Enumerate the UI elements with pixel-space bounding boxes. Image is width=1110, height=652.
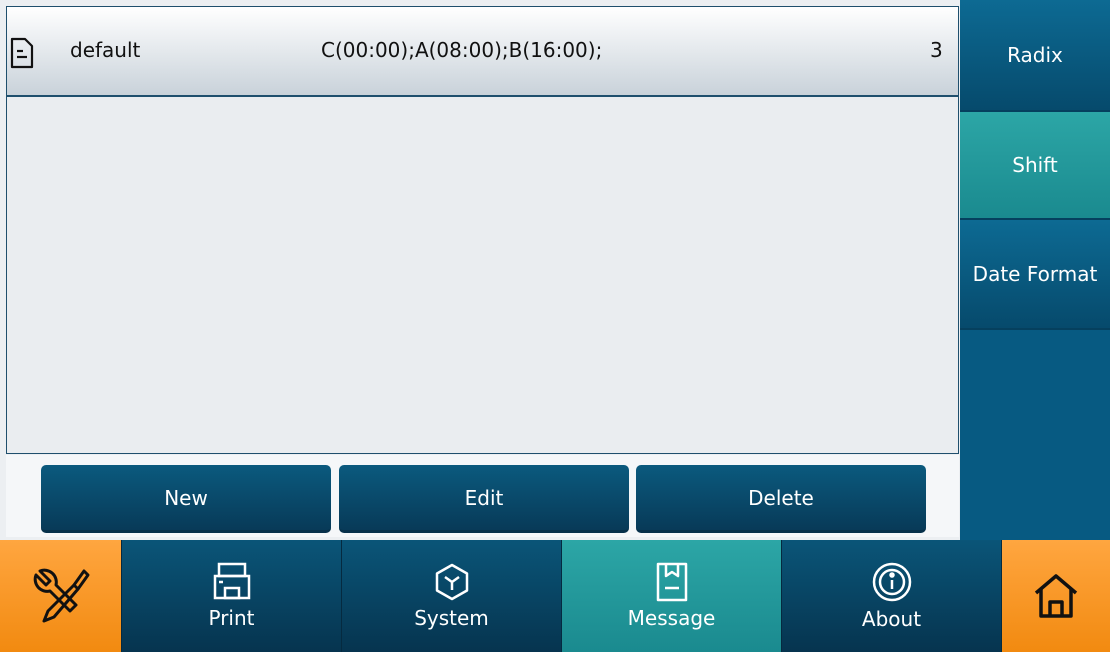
home-button[interactable] [1002,540,1110,652]
bookmark-document-icon [655,562,689,602]
nav-message[interactable]: Message [562,540,782,652]
nav-system[interactable]: System [342,540,562,652]
list-item-count: 3 [930,38,943,62]
new-button[interactable]: New [41,465,331,533]
nav-print-label: Print [208,606,255,630]
list-item-name: default [70,38,141,62]
nav-about[interactable]: About [782,540,1002,652]
tools-button[interactable] [0,540,122,652]
list-item-shifts: C(00:00);A(08:00);B(16:00); [321,38,603,62]
nav-message-label: Message [627,606,716,630]
bottom-nav: Print System Message About [0,540,1110,652]
delete-button[interactable]: Delete [636,465,926,533]
edit-button[interactable]: Edit [339,465,629,533]
info-icon [871,561,913,603]
home-icon [1031,571,1081,621]
action-bar: New Edit Delete [6,455,959,537]
cube-icon [432,562,472,602]
list-item[interactable]: default C(00:00);A(08:00);B(16:00); 3 [7,7,958,97]
sidebar-item-date-format[interactable]: Date Format [960,220,1110,330]
nav-print[interactable]: Print [122,540,342,652]
shift-list-panel: default C(00:00);A(08:00);B(16:00); 3 [6,6,959,454]
nav-about-label: About [861,607,922,631]
settings-sidebar: Radix Shift Date Format [960,0,1110,540]
sidebar-item-radix[interactable]: Radix [960,0,1110,112]
document-icon [10,37,34,69]
sidebar-item-shift[interactable]: Shift [960,112,1110,220]
nav-system-label: System [414,606,489,630]
tools-icon [30,565,92,627]
printer-icon [213,562,251,602]
